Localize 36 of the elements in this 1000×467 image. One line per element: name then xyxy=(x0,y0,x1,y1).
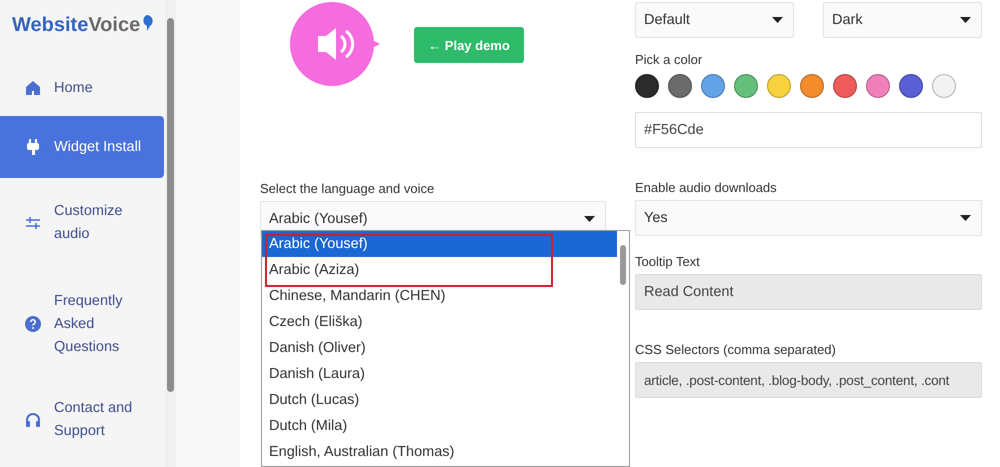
sidebar-item[interactable]: Home xyxy=(0,60,164,116)
field-label: Select the language and voice xyxy=(260,181,436,197)
dropdown-select[interactable]: Default xyxy=(635,2,794,38)
sliders-icon xyxy=(24,214,42,232)
field-label: CSS Selectors (comma separated) xyxy=(635,342,837,358)
color-swatch[interactable] xyxy=(932,74,956,98)
sidebar-item[interactable]: Contact and Support xyxy=(0,380,164,460)
caret-icon xyxy=(584,216,595,222)
caret-icon xyxy=(960,215,971,221)
caret-icon xyxy=(772,17,783,23)
question-icon xyxy=(24,315,42,333)
color-swatch[interactable] xyxy=(833,74,857,98)
field-label: Enable audio downloads xyxy=(635,180,778,196)
color-swatch[interactable] xyxy=(701,74,725,98)
scrollbar[interactable] xyxy=(165,0,176,467)
color-swatch[interactable] xyxy=(800,74,824,98)
field-label: Tooltip Text xyxy=(635,254,701,270)
color-swatch[interactable] xyxy=(866,74,890,98)
field-label: Pick a color xyxy=(635,52,704,68)
caret-icon xyxy=(960,17,971,23)
sidebar-item[interactable]: Frequently Asked Questions xyxy=(0,268,164,380)
sidebar-item[interactable]: Widget Install xyxy=(0,116,164,178)
home-icon xyxy=(24,79,42,97)
dropdown-select[interactable]: Dark xyxy=(823,2,982,38)
logo[interactable]: WebsiteVoice xyxy=(0,0,165,60)
dropdown-option[interactable]: Arabic (Yousef) xyxy=(262,231,617,257)
color-swatch[interactable] xyxy=(899,74,923,98)
color-swatch[interactable] xyxy=(635,74,659,98)
sidebar-item[interactable]: Customize audio xyxy=(0,178,164,268)
color-swatch[interactable] xyxy=(734,74,758,98)
color-swatch[interactable] xyxy=(668,74,692,98)
color-swatch[interactable] xyxy=(767,74,791,98)
downloads-select[interactable]: Yes xyxy=(635,200,982,236)
headset-icon xyxy=(24,411,42,429)
plug-icon xyxy=(24,138,42,156)
color-input[interactable]: #F56Cde xyxy=(635,112,982,148)
